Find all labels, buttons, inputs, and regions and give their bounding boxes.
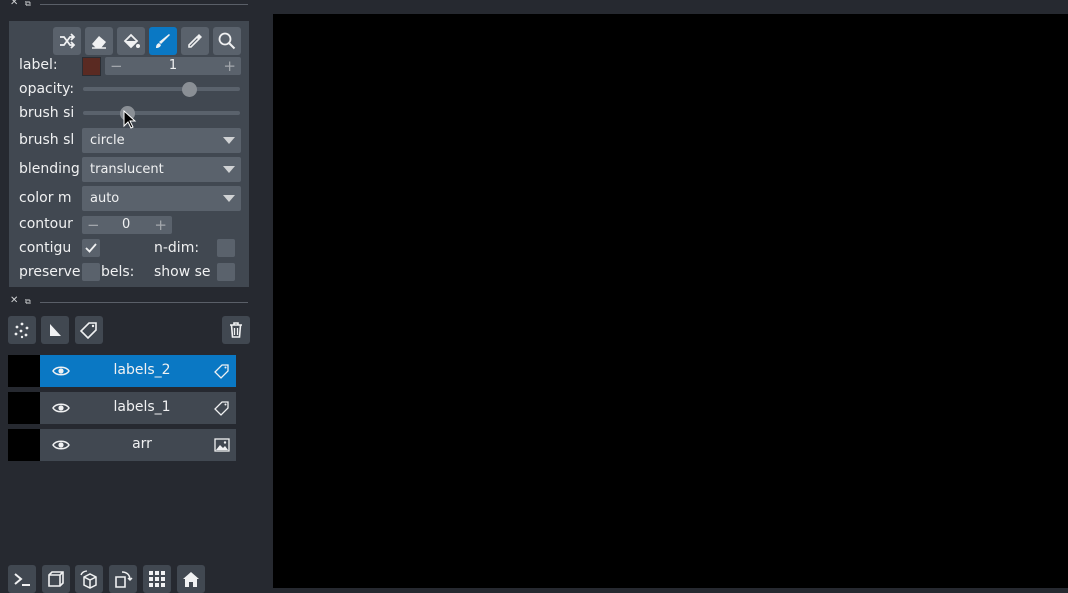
transpose-button[interactable] — [109, 565, 137, 593]
float-dock-icon[interactable]: ⧉ — [25, 297, 31, 307]
blending-label: blending — [19, 161, 80, 177]
left-panel: ✕ ⧉ label: − 1 + opacity: brush si brush… — [0, 0, 273, 593]
delete-layer-button[interactable] — [222, 316, 250, 344]
grid-icon — [149, 571, 165, 587]
fill-button[interactable] — [117, 27, 145, 55]
color-mode-label: color m — [19, 190, 72, 206]
contour-label: contour — [19, 216, 73, 232]
blending-value: translucent — [90, 162, 164, 177]
home-icon — [183, 572, 199, 587]
brush-shape-value: circle — [90, 133, 125, 148]
new-labels-button[interactable] — [75, 316, 103, 344]
contour-spinbox[interactable]: − 0 + — [82, 216, 172, 234]
preserve-labels-checkbox[interactable] — [82, 263, 100, 281]
layer-thumbnail — [8, 355, 40, 387]
label-color-swatch[interactable] — [82, 57, 101, 76]
new-points-button[interactable] — [8, 316, 36, 344]
shuffle-colors-button[interactable] — [53, 27, 81, 55]
roll-dims-button[interactable] — [75, 565, 103, 593]
brush-size-label: brush si — [19, 105, 75, 121]
ndisplay-button[interactable] — [42, 565, 70, 593]
opacity-slider[interactable] — [83, 87, 240, 91]
transpose-icon — [115, 571, 133, 588]
brush-shape-label: brush sl — [19, 132, 75, 148]
color-mode-value: auto — [90, 191, 120, 206]
controls-dock-titlebar: ✕ ⧉ — [8, 0, 248, 10]
label-tag-icon — [214, 401, 229, 416]
opacity-slider-handle[interactable] — [182, 82, 198, 97]
close-dock-icon[interactable]: ✕ — [10, 0, 18, 8]
float-dock-icon[interactable]: ⧉ — [25, 0, 31, 9]
grid-view-button[interactable] — [143, 565, 171, 593]
color-mode-dropdown[interactable]: auto — [82, 186, 241, 211]
contiguous-checkbox[interactable] — [82, 239, 100, 257]
layer-controls-panel: label: − 1 + opacity: brush si brush sl … — [9, 21, 249, 287]
fill-bucket-icon — [123, 33, 140, 49]
checkmark-icon — [85, 243, 97, 253]
layer-buttons-toolbar — [8, 316, 250, 344]
preserve-labels-label-suffix: bels: — [101, 264, 135, 280]
brush-shape-dropdown[interactable]: circle — [82, 128, 241, 153]
shuffle-icon — [60, 33, 76, 49]
label-label: label: — [19, 57, 58, 73]
contiguous-label: contigu — [19, 240, 72, 256]
show-selected-label: show se — [154, 264, 211, 280]
ndim-label: n-dim: — [154, 240, 200, 256]
color-picker-icon — [188, 34, 202, 48]
square-3d-icon — [48, 571, 64, 587]
mouse-cursor-icon — [123, 110, 137, 129]
layer-thumbnail — [8, 392, 40, 424]
paint-button[interactable] — [149, 27, 177, 55]
eraser-button[interactable] — [85, 27, 113, 55]
label-value: 1 — [168, 58, 178, 73]
brush-size-slider[interactable] — [83, 111, 240, 115]
trash-icon — [230, 322, 242, 338]
color-picker-button[interactable] — [181, 27, 209, 55]
layer-thumbnail — [8, 429, 40, 461]
new-shapes-button[interactable] — [41, 316, 69, 344]
blending-dropdown[interactable]: translucent — [82, 157, 241, 182]
paintbrush-icon — [156, 34, 170, 48]
layer-name[interactable]: arr — [48, 436, 236, 452]
label-spinbox[interactable]: − 1 + — [105, 57, 241, 75]
label-tag-icon — [214, 364, 229, 379]
contour-value: 0 — [122, 217, 131, 232]
console-icon — [14, 573, 30, 586]
home-button[interactable] — [177, 565, 205, 593]
layer-item[interactable]: labels_1 — [8, 392, 236, 424]
image-icon — [214, 438, 230, 452]
decrement-icon[interactable]: − — [87, 216, 100, 234]
dock-divider — [40, 302, 248, 303]
points-icon — [14, 322, 29, 339]
chevron-down-icon — [223, 195, 235, 202]
layerlist-dock-titlebar: ✕ ⧉ — [8, 296, 248, 308]
viewer-canvas[interactable] — [273, 14, 1068, 588]
increment-icon[interactable]: + — [154, 216, 167, 234]
dock-divider — [40, 4, 248, 5]
cube-rotate-icon — [80, 570, 97, 589]
chevron-down-icon — [223, 137, 235, 144]
close-dock-icon[interactable]: ✕ — [10, 296, 18, 306]
console-button[interactable] — [8, 565, 36, 593]
layer-item[interactable]: arr — [8, 429, 236, 461]
opacity-label: opacity: — [19, 81, 75, 97]
show-selected-checkbox[interactable] — [217, 263, 235, 281]
layer-name[interactable]: labels_1 — [48, 399, 236, 415]
preserve-labels-label: preserve — [19, 264, 81, 280]
zoom-icon — [218, 32, 236, 50]
pan-zoom-button[interactable] — [213, 27, 241, 55]
canvas-top-strip — [273, 0, 1068, 14]
increment-icon[interactable]: + — [223, 57, 236, 75]
label-tag-icon — [80, 322, 97, 339]
layer-name[interactable]: labels_2 — [48, 362, 236, 378]
shapes-icon — [50, 324, 61, 336]
chevron-down-icon — [223, 166, 235, 173]
ndim-checkbox[interactable] — [217, 239, 235, 257]
eraser-icon — [92, 36, 106, 49]
layer-item[interactable]: labels_2 — [8, 355, 236, 387]
